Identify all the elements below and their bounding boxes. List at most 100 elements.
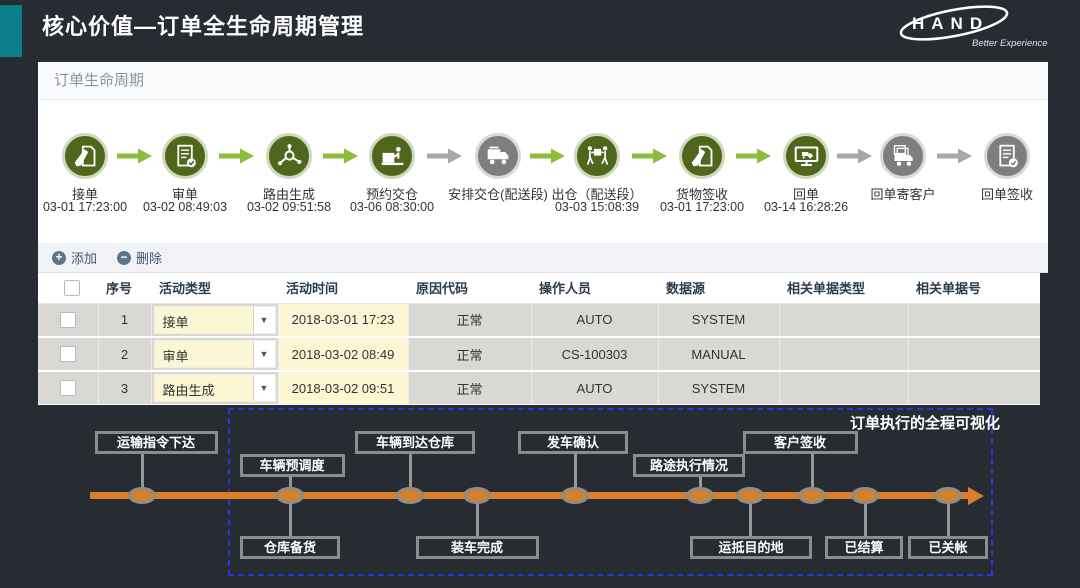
minus-circle-icon: − [117,251,131,265]
table-scrollbar-track[interactable] [1040,273,1048,405]
hand-logo: HAND Better Experience [888,2,1048,59]
timeline-node [561,487,589,504]
timeline-node [851,487,879,504]
seq-cell: 3 [98,371,151,405]
flow-arrow-icon [632,146,668,171]
milestone-label: 已关帐 [908,536,988,559]
desk-icon [369,133,415,179]
flow-arrow-icon [530,146,566,171]
activity-type-select[interactable]: 路由生成▼ [155,375,275,401]
stage-timestamp: 03-14 16:28:26 [764,200,848,214]
source-cell: SYSTEM [658,371,779,405]
select-value: 审单 [155,341,253,367]
timeline-node [276,487,304,504]
flow-arrow-icon [837,146,873,171]
row-checkbox[interactable] [60,380,76,396]
milestone-connector [476,499,479,536]
row-checkbox[interactable] [60,312,76,328]
doc-no-cell [908,371,1040,405]
select-value: 路由生成 [155,375,253,401]
milestone-label: 已结算 [825,536,903,559]
column-header: 数据源 [658,273,779,303]
table-toolbar: + 添加 − 删除 [38,243,1048,273]
milestone-connector [289,499,292,536]
add-button[interactable]: + 添加 [52,248,97,267]
column-header: 相关单据号 [908,273,1040,303]
table-row[interactable]: 1接单▼2018-03-01 17:23正常AUTOSYSTEM [38,303,1040,337]
timeline-arrowhead-icon [968,487,984,505]
milestone-label: 路途执行情况 [633,454,745,477]
timeline-node [686,487,714,504]
source-cell: MANUAL [658,337,779,371]
timeline-line [90,492,970,499]
plus-circle-icon: + [52,251,66,265]
activity-time-cell[interactable]: 2018-03-02 09:51 [278,371,408,405]
reason-cell: 正常 [408,303,531,337]
stage-timestamp: 03-01 17:23:00 [660,200,744,214]
column-header: 操作人员 [531,273,658,303]
activity-type-select[interactable]: 接单▼ [155,307,275,333]
top-bar: 核心价值—订单全生命周期管理 HAND Better Experience [0,0,1080,62]
milestone-label: 车辆到达仓库 [355,431,475,454]
stage-label: 安排交仓(配送段) [448,184,548,203]
select-value: 接单 [155,307,253,333]
stage-flow: 接单03-01 17:23:00审单03-02 08:49:03路由生成03-0… [38,100,1048,243]
select-all-checkbox[interactable] [64,280,80,296]
activity-type-cell: 审单▼ [151,337,278,371]
teal-accent-block [0,5,22,57]
doc-type-cell [779,371,908,405]
activity-time-cell[interactable]: 2018-03-01 17:23 [278,303,408,337]
table-row[interactable]: 2审单▼2018-03-02 08:49正常CS-100303MANUAL [38,337,1040,371]
logo-text: HAND [912,14,989,33]
reason-cell: 正常 [408,371,531,405]
milestone-label: 车辆预调度 [240,454,345,477]
milestone-label: 发车确认 [518,431,628,454]
route-icon [266,133,312,179]
milestone-connector [864,499,867,536]
flow-arrow-icon [937,146,973,171]
column-header: 活动时间 [278,273,408,303]
column-header: 活动类型 [151,273,278,303]
stage-label: 回单寄客户 [870,184,935,203]
chevron-down-icon[interactable]: ▼ [253,307,275,333]
table-row[interactable]: 3路由生成▼2018-03-02 09:51正常AUTOSYSTEM [38,371,1040,405]
chevron-down-icon[interactable]: ▼ [253,375,275,401]
timeline-node [396,487,424,504]
column-header: 原因代码 [408,273,531,303]
timeline-node [128,487,156,504]
milestone-label: 仓库备货 [240,536,340,559]
milestone-label: 装车完成 [416,536,539,559]
activity-time-cell[interactable]: 2018-03-02 08:49 [278,337,408,371]
operator-cell: CS-100303 [531,337,658,371]
activity-type-select[interactable]: 审单▼ [155,341,275,367]
milestone-connector [749,499,752,536]
carry-icon [574,133,620,179]
delete-button[interactable]: − 删除 [117,248,162,267]
row-checkbox[interactable] [60,346,76,362]
chevron-down-icon[interactable]: ▼ [253,341,275,367]
reason-cell: 正常 [408,337,531,371]
source-cell: SYSTEM [658,303,779,337]
pencil-doc-icon [679,133,725,179]
doc-check-icon [984,133,1030,179]
seq-cell: 2 [98,337,151,371]
flow-arrow-icon [427,146,463,171]
doc-no-cell [908,303,1040,337]
timeline-node [463,487,491,504]
truck-icon [475,133,521,179]
milestone-label: 运输指令下达 [95,431,218,454]
milestone-connector [947,499,950,536]
stage-timestamp: 03-01 17:23:00 [43,200,127,214]
operator-cell: AUTO [531,371,658,405]
logo-tagline: Better Experience [972,38,1048,49]
footer-timeline-section: 订单执行的全程可视化 运输指令下达车辆预调度仓库备货车辆到达仓库装车完成发车确认… [0,405,1080,588]
panel-title: 订单生命周期 [38,62,1048,100]
page-title: 核心价值—订单全生命周期管理 [42,9,364,41]
flow-arrow-icon [323,146,359,171]
doc-type-cell [779,303,908,337]
timeline-node [934,487,962,504]
operator-cell: AUTO [531,303,658,337]
column-header: 序号 [98,273,151,303]
flow-arrow-icon [736,146,772,171]
stage-timestamp: 03-02 08:49:03 [143,200,227,214]
